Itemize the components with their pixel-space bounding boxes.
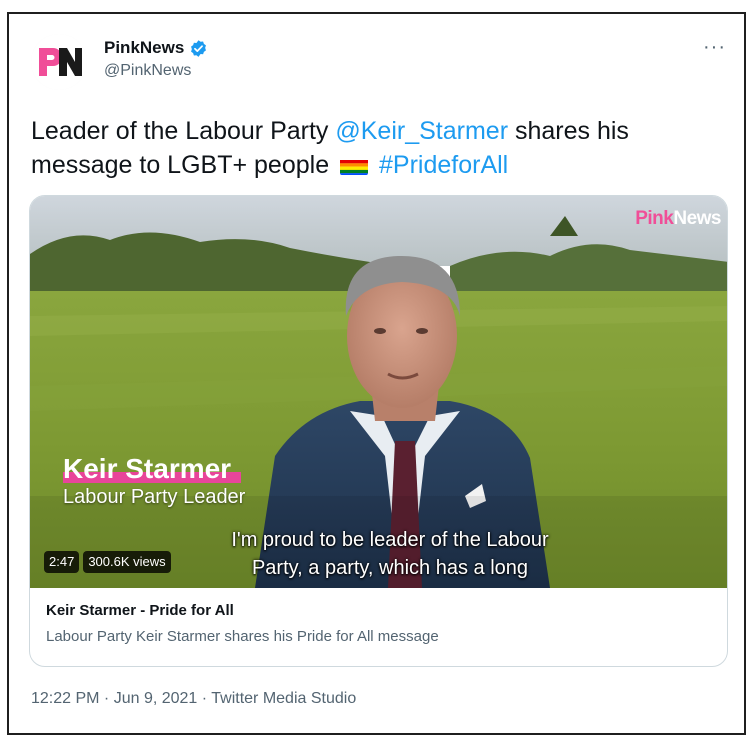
lower-third-title: Labour Party Leader: [63, 486, 246, 508]
card-title: Keir Starmer - Pride for All: [46, 602, 234, 619]
watermark-white-text: News: [673, 208, 721, 229]
lower-third-name: Keir Starmer: [63, 454, 242, 484]
tweet-timestamp: 12:22 PM · Jun 9, 2021 · Twitter Media S…: [31, 690, 356, 708]
tweet-text-part1: Leader of the Labour Party: [31, 117, 336, 145]
more-options-icon[interactable]: ···: [703, 36, 726, 59]
subtitle-line-1: I'm proud to be leader of the Labour: [231, 529, 549, 551]
hashtag-link[interactable]: #PrideforAll: [379, 151, 508, 179]
author-handle[interactable]: @PinkNews: [104, 62, 208, 80]
card-meta[interactable]: Keir Starmer - Pride for All Labour Part…: [30, 588, 727, 659]
author-block: PinkNews @PinkNews: [104, 38, 208, 80]
media-card[interactable]: PinkNews Keir Starmer Labour Party Leade…: [29, 195, 728, 667]
avatar[interactable]: [31, 34, 87, 90]
video-badges: 2:47 300.6K views: [44, 551, 171, 573]
timestamp-separator: ·: [99, 690, 114, 707]
watermark-pink-text: Pink: [635, 208, 674, 229]
author-name[interactable]: PinkNews: [104, 38, 184, 58]
verified-badge-icon: [191, 39, 207, 57]
timestamp-time[interactable]: 12:22 PM: [31, 690, 99, 707]
lower-third: Keir Starmer Labour Party Leader: [63, 454, 245, 509]
pinknews-logo-icon: [31, 34, 87, 90]
video-player[interactable]: PinkNews Keir Starmer Labour Party Leade…: [30, 196, 727, 588]
source-link[interactable]: Twitter Media Studio: [211, 690, 356, 707]
video-subtitle: I'm proud to be leader of the Labour Par…: [200, 526, 580, 582]
rainbow-flag-icon: [340, 155, 369, 175]
subtitle-line-2: Party, a party, which has a long: [251, 557, 529, 579]
mention-link[interactable]: @Keir_Starmer: [335, 117, 508, 145]
timestamp-date[interactable]: Jun 9, 2021: [114, 690, 198, 707]
tweet-text: Leader of the Labour Party @Keir_Starmer…: [31, 114, 731, 182]
tweet-container: PinkNews @PinkNews ··· Leader of the Lab…: [7, 12, 746, 735]
timestamp-separator: ·: [197, 690, 212, 707]
card-description: Labour Party Keir Starmer shares his Pri…: [46, 628, 439, 645]
duration-badge: 2:47: [44, 551, 80, 573]
views-badge: 300.6K views: [83, 551, 171, 573]
watermark-logo: PinkNews: [635, 208, 721, 230]
